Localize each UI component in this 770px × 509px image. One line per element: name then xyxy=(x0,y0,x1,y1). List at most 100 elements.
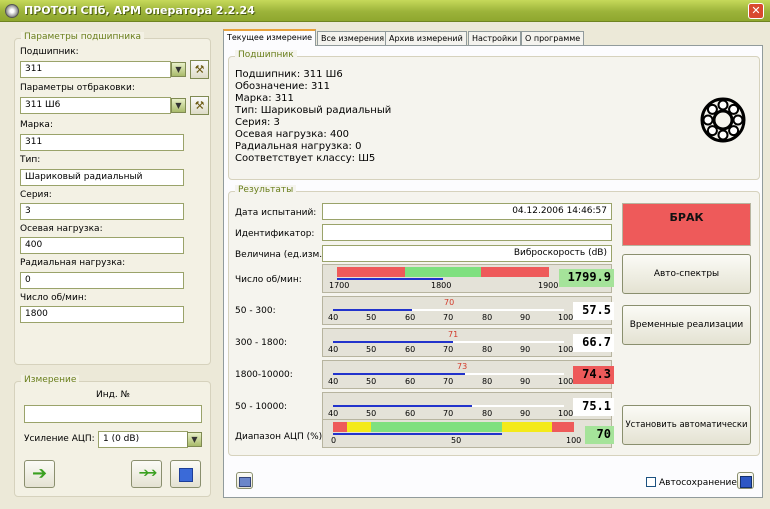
measurement-group-label: Измерение xyxy=(21,375,80,385)
axial-load-field[interactable]: 400 xyxy=(20,237,184,254)
axial-load-label: Осевая нагрузка: xyxy=(20,224,103,234)
band-tick: 90 xyxy=(520,313,531,322)
bearing-icon xyxy=(700,97,746,143)
band-tick: 60 xyxy=(405,345,416,354)
bearing-info-line: Марка: 311 xyxy=(235,93,294,104)
reject-params-dropdown-button[interactable]: ▼ xyxy=(171,98,186,113)
rpm-field[interactable]: 1800 xyxy=(20,306,184,323)
band-scale: 40 50 60 70 80 90 100 75.1 xyxy=(322,392,614,421)
save-button[interactable] xyxy=(737,472,754,489)
tab-archive[interactable]: Архив измерений xyxy=(385,31,467,45)
autosave-label: Автосохранение xyxy=(659,478,737,488)
band-value: 75.1 xyxy=(573,398,614,416)
bearing-edit-button[interactable]: ⚒ xyxy=(190,60,209,79)
band-indicator-line xyxy=(333,309,412,311)
band-tick: 40 xyxy=(328,409,339,418)
app-icon xyxy=(5,4,19,18)
rpm-tick: 1700 xyxy=(329,281,350,290)
band-label: 50 - 300: xyxy=(235,306,276,316)
bearing-info-line: Тип: Шариковый радиальный xyxy=(235,105,392,116)
bearing-info-line: Радиальная нагрузка: 0 xyxy=(235,141,362,152)
band-label: 1800-10000: xyxy=(235,370,293,380)
mark-label: Марка: xyxy=(20,120,53,130)
ind-number-field[interactable] xyxy=(24,405,202,423)
band-indicator-line xyxy=(333,373,465,375)
type-label: Тип: xyxy=(20,155,41,165)
adc-gain-dropdown-button[interactable]: ▼ xyxy=(187,432,202,447)
band-tick: 80 xyxy=(482,345,493,354)
identifier-field[interactable] xyxy=(322,224,612,241)
adc-range-scale: 0 50 100 70 xyxy=(322,419,614,448)
chevron-down-icon: ▼ xyxy=(191,435,198,444)
auto-setup-button[interactable]: Установить автоматически xyxy=(622,405,751,445)
band-label: 300 - 1800: xyxy=(235,338,288,348)
floppy-disk-icon xyxy=(739,476,752,488)
series-field[interactable]: 3 xyxy=(20,203,184,220)
ind-number-label: Инд. № xyxy=(96,390,130,400)
adc-range-label: Диапазон АЦП (%): xyxy=(235,432,326,442)
band-tick: 70 xyxy=(443,313,454,322)
band-scale: 70 40 50 60 70 80 90 100 57.5 xyxy=(322,296,614,325)
measure-once-button[interactable]: ➔ xyxy=(24,460,55,488)
adc-gain-select[interactable]: 1 (0 dB) xyxy=(98,431,188,448)
adc-value: 70 xyxy=(585,426,614,444)
bearing-info-group-label: Подшипник xyxy=(235,50,297,60)
tool-icon: ⚒ xyxy=(194,99,205,112)
reject-params-select[interactable]: 311 Ш6 xyxy=(20,97,171,114)
band-label: 50 - 10000: xyxy=(235,402,288,412)
rpm-label: Число об/мин: xyxy=(20,293,87,303)
bearing-label: Подшипник: xyxy=(20,47,79,57)
stop-button[interactable] xyxy=(170,460,201,488)
band-threshold-marker: 73 xyxy=(457,362,468,371)
band-tick: 60 xyxy=(405,313,416,322)
autosave-checkbox[interactable] xyxy=(646,477,656,487)
tab-settings[interactable]: Настройки xyxy=(468,31,522,45)
band-value: 66.7 xyxy=(573,334,614,352)
band-tick: 40 xyxy=(328,377,339,386)
band-threshold-marker: 70 xyxy=(444,298,455,307)
window-title: ПРОТОН СПб, АРМ оператора 2.2.24 xyxy=(24,4,255,17)
band-tick: 70 xyxy=(443,345,454,354)
adc-tick: 0 xyxy=(331,436,337,445)
bearing-dropdown-button[interactable]: ▼ xyxy=(171,62,186,77)
quantity-label: Величина (ед.изм.): xyxy=(235,250,329,260)
adc-zone-low-yellow xyxy=(347,422,371,432)
band-tick: 40 xyxy=(328,345,339,354)
rpm-tick: 1900 xyxy=(538,281,559,290)
double-arrow-right-icon: ➔➔ xyxy=(138,466,158,481)
band-value: 74.3 xyxy=(573,366,614,384)
mark-field[interactable]: 311 xyxy=(20,134,184,151)
time-realizations-button[interactable]: Временные реализации xyxy=(622,305,751,345)
radial-load-label: Радиальная нагрузка: xyxy=(20,258,126,268)
type-field[interactable]: Шариковый радиальный xyxy=(20,169,184,186)
adc-tick: 50 xyxy=(451,436,462,445)
bearing-info-line: Обозначение: 311 xyxy=(235,81,331,92)
tab-current-measurement[interactable]: Текущее измерение xyxy=(223,29,317,46)
results-group-label: Результаты xyxy=(235,185,297,195)
measure-continuous-button[interactable]: ➔➔ xyxy=(131,460,162,488)
band-tick: 100 xyxy=(558,409,574,418)
band-tick: 80 xyxy=(482,409,493,418)
reject-params-label: Параметры отбраковки: xyxy=(20,83,135,93)
printer-icon xyxy=(238,477,251,487)
reject-params-edit-button[interactable]: ⚒ xyxy=(190,96,209,115)
band-tick: 50 xyxy=(366,377,377,386)
band-tick: 100 xyxy=(558,313,574,322)
chevron-down-icon: ▼ xyxy=(175,101,182,110)
close-button[interactable]: ✕ xyxy=(748,3,764,19)
tab-all-measurements[interactable]: Все измерения xyxy=(317,31,389,45)
band-tick: 90 xyxy=(520,345,531,354)
quantity-field: Виброскорость (dB) xyxy=(322,245,612,262)
band-tick: 60 xyxy=(405,409,416,418)
band-tick: 70 xyxy=(443,409,454,418)
band-indicator-line xyxy=(333,341,453,343)
bearing-info-lines: Подшипник: 311 Ш6 Обозначение: 311 Марка… xyxy=(235,69,391,165)
adc-zone-low-red xyxy=(333,422,347,432)
auto-spectra-button[interactable]: Авто-спектры xyxy=(622,254,751,294)
bearing-select[interactable]: 311 xyxy=(20,61,171,78)
band-value: 57.5 xyxy=(573,302,614,320)
tab-about[interactable]: О программе xyxy=(521,31,585,45)
radial-load-field[interactable]: 0 xyxy=(20,272,184,289)
rpm-indicator-line xyxy=(337,278,443,280)
print-button[interactable] xyxy=(236,472,253,489)
